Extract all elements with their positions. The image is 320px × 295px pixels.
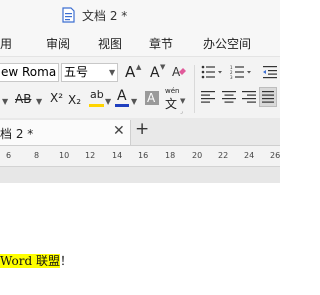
document-icon bbox=[62, 7, 75, 23]
highlight-dropdown-icon[interactable]: ▼ bbox=[105, 97, 111, 106]
ruler-number: 20 bbox=[192, 151, 203, 160]
close-tab-icon[interactable]: ✕ bbox=[113, 123, 125, 139]
font-size-value: 五号 bbox=[64, 65, 89, 79]
word-processor-window: 文档 2 * 用 审阅 视图 章节 办公空间 ew Roma 五号 ▼ A ▲ … bbox=[0, 0, 280, 295]
title-bar: 文档 2 * bbox=[0, 0, 280, 30]
window-title: 文档 2 * bbox=[82, 9, 128, 23]
align-left-icon[interactable] bbox=[201, 91, 215, 103]
font-color-bar bbox=[115, 104, 129, 107]
menu-tab-view[interactable]: 视图 bbox=[98, 35, 122, 52]
ruler-number: 12 bbox=[85, 151, 96, 160]
text-highlight-button[interactable]: ab bbox=[90, 89, 104, 100]
menu-tab-review[interactable]: 审阅 bbox=[46, 35, 70, 52]
page-margin-area bbox=[0, 167, 280, 183]
highlight-color-bar bbox=[89, 104, 104, 107]
ruler-number: 8 bbox=[34, 151, 40, 160]
char-shading-label: A bbox=[147, 91, 156, 105]
grow-caret-icon: ▲ bbox=[136, 63, 142, 71]
subscript-button[interactable]: X₂ bbox=[68, 94, 81, 106]
shrink-caret-icon: ▼ bbox=[160, 63, 166, 71]
font-name-field[interactable]: ew Roma bbox=[0, 63, 59, 82]
highlighted-text[interactable]: Word 联盟 bbox=[0, 254, 60, 268]
document-tab-bar: 档 2 * ✕ + bbox=[0, 118, 280, 146]
document-page[interactable]: Word 联盟！ bbox=[0, 183, 280, 295]
font-size-dropdown-icon[interactable]: ▼ bbox=[109, 68, 115, 77]
underline-dropdown-icon[interactable]: ▼ bbox=[2, 97, 8, 106]
justify-icon bbox=[262, 91, 274, 103]
font-group-launcher-icon[interactable]: ⌟ bbox=[180, 108, 183, 115]
shrink-font-button[interactable]: A bbox=[150, 66, 160, 80]
ribbon-separator bbox=[194, 65, 195, 113]
menu-bar: 用 审阅 视图 章节 办公空间 bbox=[0, 30, 280, 56]
ruler-number: 22 bbox=[218, 151, 229, 160]
ruler-number: 26 bbox=[270, 151, 280, 160]
horizontal-ruler[interactable]: 6 8 10 12 14 16 18 20 22 24 26 bbox=[0, 146, 280, 167]
phonetic-guide-top: wén bbox=[165, 87, 180, 95]
phonetic-dropdown-icon[interactable]: ▼ bbox=[180, 97, 185, 105]
strikethrough-dropdown-icon[interactable]: ▼ bbox=[36, 97, 42, 106]
ruler-number: 24 bbox=[244, 151, 255, 160]
document-tab[interactable]: 档 2 * ✕ bbox=[0, 120, 131, 145]
font-color-dropdown-icon[interactable]: ▼ bbox=[131, 97, 137, 106]
char-shading-button[interactable]: A bbox=[145, 91, 159, 105]
ruler-number: 14 bbox=[112, 151, 123, 160]
document-paragraph[interactable]: Word 联盟！ bbox=[0, 252, 72, 269]
svg-text:3: 3 bbox=[230, 75, 233, 79]
grow-font-button[interactable]: A bbox=[125, 65, 135, 80]
font-name-value: ew Roma bbox=[1, 65, 57, 79]
clear-format-icon[interactable]: A bbox=[171, 64, 187, 80]
trailing-text[interactable]: ！ bbox=[60, 254, 72, 268]
ruler-number: 10 bbox=[59, 151, 70, 160]
menu-tab-section[interactable]: 章节 bbox=[149, 35, 173, 52]
phonetic-guide-button[interactable]: 文 bbox=[165, 95, 177, 112]
align-center-icon[interactable] bbox=[222, 91, 236, 103]
justify-button[interactable] bbox=[259, 87, 277, 107]
ruler-number: 18 bbox=[165, 151, 176, 160]
superscript-button[interactable]: X² bbox=[50, 92, 63, 104]
ruler-number: 16 bbox=[138, 151, 149, 160]
home-ribbon: ew Roma 五号 ▼ A ▲ A ▼ A 1 2 3 ▼ AB ▼ X² X… bbox=[0, 56, 280, 120]
ruler-number: 6 bbox=[6, 151, 12, 160]
bullet-list-icon[interactable] bbox=[201, 65, 223, 79]
document-tab-label: 档 2 * bbox=[0, 127, 34, 141]
align-right-icon[interactable] bbox=[242, 91, 256, 103]
font-color-button[interactable]: A bbox=[117, 89, 127, 103]
menu-tab-office-space[interactable]: 办公空间 bbox=[203, 35, 251, 52]
new-tab-icon[interactable]: + bbox=[135, 119, 149, 139]
numbered-list-icon[interactable]: 1 2 3 bbox=[230, 65, 252, 79]
decrease-indent-icon[interactable] bbox=[263, 65, 277, 79]
strikethrough-button[interactable]: AB bbox=[15, 93, 31, 105]
menu-tab-references[interactable]: 用 bbox=[0, 35, 12, 52]
